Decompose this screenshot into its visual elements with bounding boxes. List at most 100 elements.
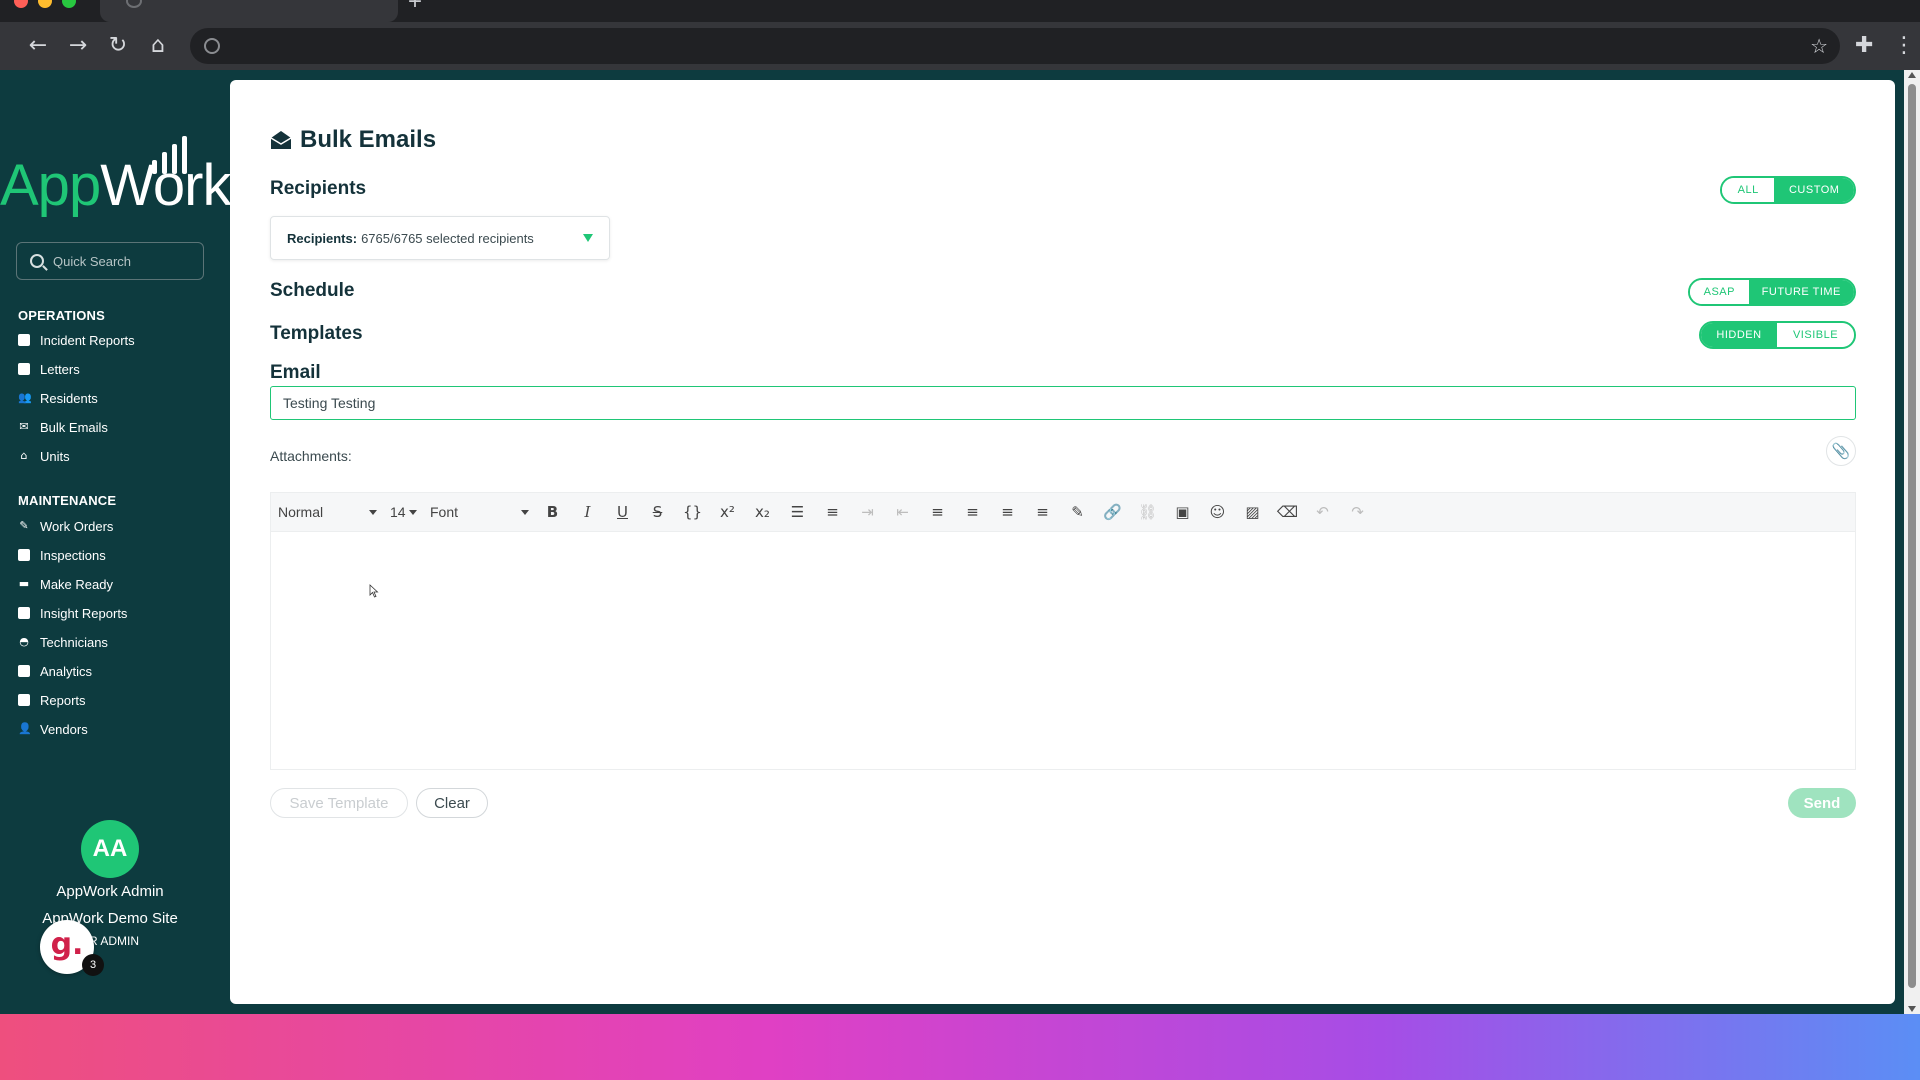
email-heading: Email: [270, 362, 321, 383]
sidebar-item-technicians[interactable]: ◓ Technicians: [18, 631, 218, 653]
font-family-select[interactable]: Font: [423, 498, 535, 526]
quick-search[interactable]: [16, 242, 204, 280]
sidebar-item-inspections[interactable]: Inspections: [18, 544, 218, 566]
document-icon: [18, 363, 30, 375]
document-icon: [18, 334, 30, 346]
minimize-window-icon[interactable]: [38, 0, 52, 8]
new-tab-icon[interactable]: +: [408, 0, 422, 14]
extensions-puzzle-icon[interactable]: ✚: [1855, 30, 1873, 62]
sidebar-item-incident-reports[interactable]: Incident Reports: [18, 329, 218, 351]
forward-icon[interactable]: →: [62, 30, 94, 62]
italic-button[interactable]: I: [570, 498, 605, 526]
templates-toggle[interactable]: HIDDEN VISIBLE: [1699, 321, 1856, 349]
close-window-icon[interactable]: [14, 0, 28, 8]
user-site: AppWork Demo Site: [42, 910, 178, 927]
link-button[interactable]: 🔗: [1095, 498, 1130, 526]
sidebar-item-make-ready[interactable]: ▬ Make Ready: [18, 573, 218, 595]
emoji-button[interactable]: ☺: [1200, 498, 1235, 526]
sidebar: AppWork OPERATIONS Incident Reports Lett…: [0, 70, 231, 1014]
back-icon[interactable]: ←: [22, 30, 54, 62]
unlink-button[interactable]: ⛓: [1130, 498, 1165, 526]
image-button[interactable]: ▨: [1235, 498, 1270, 526]
address-bar[interactable]: ☆: [190, 28, 1840, 64]
home-icon[interactable]: ⌂: [142, 30, 174, 62]
sidebar-item-label: Reports: [40, 692, 86, 708]
toggle-option-custom[interactable]: CUSTOM: [1774, 178, 1854, 202]
bold-button[interactable]: B: [535, 498, 570, 526]
undo-button[interactable]: ↶: [1305, 498, 1340, 526]
sidebar-item-analytics[interactable]: Analytics: [18, 660, 218, 682]
embed-button[interactable]: ▣: [1165, 498, 1200, 526]
email-subject-input[interactable]: [270, 386, 1856, 420]
color-button[interactable]: ✎: [1060, 498, 1095, 526]
ordered-list-button[interactable]: ≡: [815, 498, 850, 526]
clear-button[interactable]: Clear: [416, 788, 488, 818]
text-style-select[interactable]: Normal: [271, 498, 383, 526]
scroll-thumb[interactable]: [1908, 84, 1916, 988]
toggle-option-future-time[interactable]: FUTURE TIME: [1748, 280, 1854, 304]
toggle-option-hidden[interactable]: HIDDEN: [1701, 323, 1778, 347]
mouse-cursor-icon: [369, 584, 379, 598]
page-scrollbar[interactable]: [1904, 70, 1920, 1014]
scroll-up-arrow-icon[interactable]: [1908, 72, 1916, 78]
caret-down-icon: [583, 234, 593, 242]
recipients-select[interactable]: Recipients: 6765/6765 selected recipient…: [270, 216, 610, 260]
eraser-button[interactable]: ⌫: [1270, 498, 1305, 526]
document-icon: [18, 549, 30, 561]
site-info-globe-icon[interactable]: [204, 38, 220, 54]
maximize-window-icon[interactable]: [62, 0, 76, 8]
recipients-toggle[interactable]: ALL CUSTOM: [1720, 176, 1856, 204]
page-title: Bulk Emails: [270, 126, 436, 154]
sidebar-item-bulk-emails[interactable]: ✉ Bulk Emails: [18, 416, 218, 438]
helmet-icon: ◓: [19, 635, 29, 648]
toggle-option-visible[interactable]: VISIBLE: [1777, 323, 1854, 347]
paperclip-icon[interactable]: 📎: [1826, 436, 1856, 466]
sidebar-item-units[interactable]: ⌂ Units: [18, 445, 218, 467]
subscript-button[interactable]: x₂: [745, 498, 780, 526]
page-title-text: Bulk Emails: [300, 126, 437, 153]
sidebar-item-insight-reports[interactable]: Insight Reports: [18, 602, 218, 624]
outdent-button[interactable]: ⇤: [885, 498, 920, 526]
email-body-editor[interactable]: [270, 532, 1856, 770]
code-button[interactable]: {}: [675, 498, 710, 526]
sidebar-item-work-orders[interactable]: ✎ Work Orders: [18, 515, 218, 537]
bookmark-star-icon[interactable]: ☆: [1810, 32, 1828, 60]
align-right-button[interactable]: ≡: [990, 498, 1025, 526]
send-button[interactable]: Send: [1788, 788, 1856, 818]
align-left-button[interactable]: ≡: [920, 498, 955, 526]
sidebar-item-label: Technicians: [40, 634, 108, 650]
quick-search-input[interactable]: [53, 251, 193, 271]
bullet-list-button[interactable]: ☰: [780, 498, 815, 526]
justify-button[interactable]: ≡: [1025, 498, 1060, 526]
indent-button[interactable]: ⇥: [850, 498, 885, 526]
font-size-select[interactable]: 14: [383, 498, 423, 526]
recipients-select-label: Recipients:: [287, 230, 358, 246]
superscript-button[interactable]: x²: [710, 498, 745, 526]
sidebar-item-label: Inspections: [40, 547, 106, 563]
schedule-toggle[interactable]: ASAP FUTURE TIME: [1688, 278, 1856, 306]
save-template-button[interactable]: Save Template: [270, 788, 408, 818]
toggle-option-asap[interactable]: ASAP: [1690, 280, 1749, 304]
avatar[interactable]: AA: [81, 820, 139, 878]
appwork-logo[interactable]: AppWork: [0, 116, 231, 216]
underline-button[interactable]: U: [605, 498, 640, 526]
sidebar-item-letters[interactable]: Letters: [18, 358, 218, 380]
align-center-button[interactable]: ≡: [955, 498, 990, 526]
browser-toolbar: ← → ↻ ⌂ ☆ ✚ ⋮: [0, 22, 1920, 70]
sidebar-item-reports[interactable]: Reports: [18, 689, 218, 711]
templates-heading: Templates: [270, 323, 363, 344]
browser-tab[interactable]: [100, 0, 398, 22]
user-name: AppWork Admin: [56, 883, 164, 900]
sidebar-item-label: Analytics: [40, 663, 93, 679]
section-heading-maintenance: MAINTENANCE: [18, 493, 117, 508]
sidebar-item-residents[interactable]: 👥 Residents: [18, 387, 218, 409]
strikethrough-button[interactable]: S: [640, 498, 675, 526]
logo-wordmark: AppWork: [0, 153, 231, 218]
reload-icon[interactable]: ↻: [102, 30, 134, 62]
scroll-down-arrow-icon[interactable]: [1908, 1006, 1916, 1012]
sidebar-item-vendors[interactable]: 👤 Vendors: [18, 718, 218, 740]
redo-button[interactable]: ↷: [1340, 498, 1375, 526]
browser-menu-icon[interactable]: ⋮: [1893, 30, 1915, 62]
sidebar-item-label: Vendors: [40, 721, 88, 737]
toggle-option-all[interactable]: ALL: [1722, 178, 1775, 202]
